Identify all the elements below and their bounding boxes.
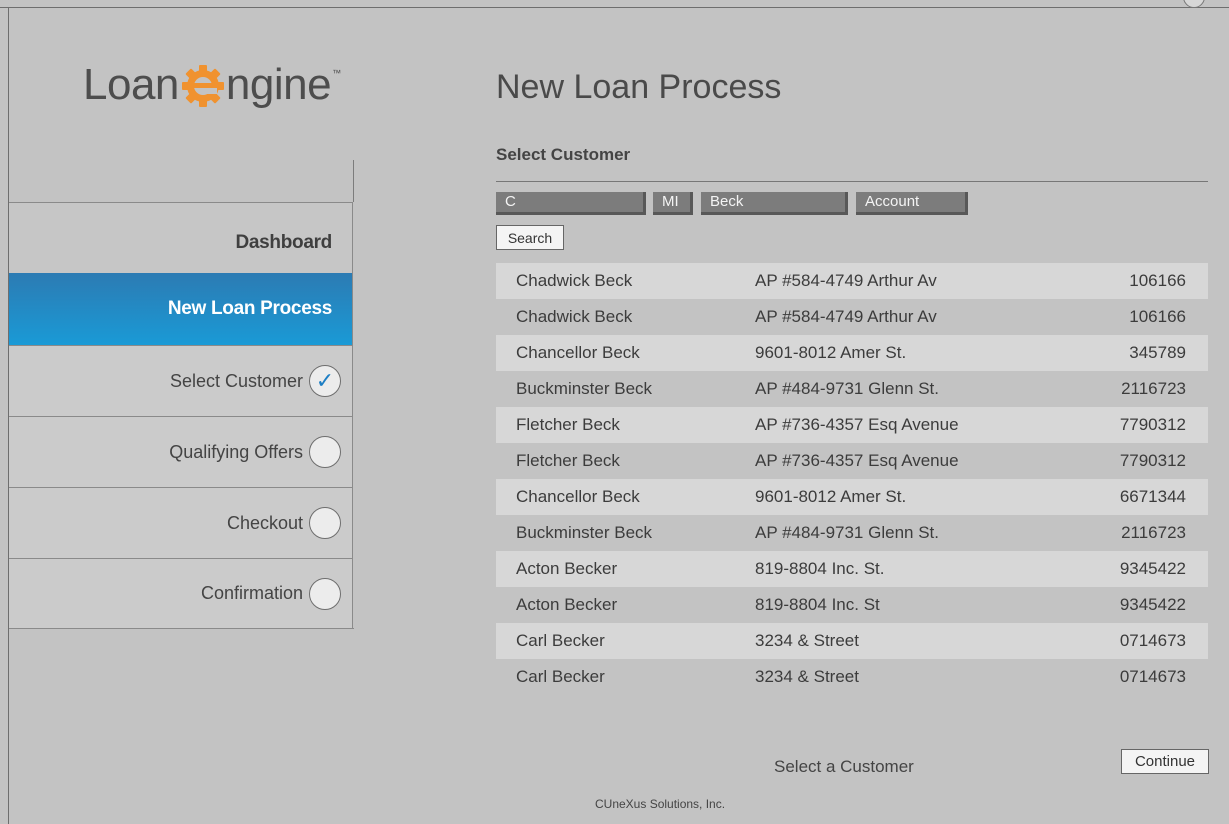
customer-row[interactable]: Carl Becker 3234 & Street 0714673 (496, 623, 1208, 659)
step-label: Qualifying Offers (169, 441, 303, 462)
customer-account: 7790312 (1119, 415, 1186, 434)
loanengine-logo: Loan ngine ™ (83, 60, 341, 110)
customer-account: 106166 (1129, 307, 1186, 326)
customer-account: 2116723 (1121, 379, 1186, 398)
customer-name: Chadwick Beck (516, 307, 633, 326)
customer-row[interactable]: Chancellor Beck 9601-8012 Amer St. 6671344 (496, 479, 1208, 515)
customer-name: Acton Becker (516, 559, 618, 578)
trademark: ™ (332, 68, 341, 78)
customer-account: 345789 (1129, 343, 1186, 362)
customer-account: 9345422 (1119, 595, 1186, 614)
customer-address: 3234 & Street (755, 667, 859, 686)
sidebar-divider (353, 160, 354, 202)
logo-text-right: ngine (225, 60, 332, 109)
customer-address: AP #584-4749 Arthur Av (755, 271, 937, 290)
last-name-field[interactable]: Beck (701, 192, 848, 215)
first-name-field[interactable]: C (496, 192, 646, 215)
gear-e-icon (181, 65, 224, 107)
step-empty-circle-icon (309, 436, 341, 468)
window-top-border (0, 0, 1229, 8)
customer-row[interactable]: Chancellor Beck 9601-8012 Amer St. 345789 (496, 335, 1208, 371)
customer-address: AP #584-4749 Arthur Av (755, 307, 937, 326)
customer-address: AP #736-4357 Esq Avenue (755, 451, 959, 470)
customer-account: 7790312 (1119, 451, 1186, 470)
step-label: Confirmation (200, 583, 303, 603)
step-check-icon: ✓ (309, 365, 341, 397)
customer-name: Carl Becker (516, 667, 605, 686)
customer-row[interactable]: Buckminster Beck AP #484-9731 Glenn St. 21… (496, 515, 1208, 551)
step-select-customer[interactable]: Select Customer ✓ (9, 345, 353, 416)
customer-list: Chadwick Beck AP #584-4749 Arthur Av 10616… (496, 263, 1208, 695)
customer-address: AP #484-9731 Glenn St. (755, 379, 939, 398)
customer-row[interactable]: Fletcher Beck AP #736-4357 Esq Avenue 7790… (496, 443, 1208, 479)
section-divider (496, 181, 1208, 182)
step-checkout[interactable]: Checkout (9, 487, 353, 558)
customer-address: 819-8804 Inc. St (755, 595, 880, 614)
sidebar-bottom-divider (9, 628, 354, 629)
sidebar-item-new-loan-process[interactable]: New Loan Process (9, 273, 353, 345)
step-qualifying-offers[interactable]: Qualifying Offers (9, 416, 353, 487)
customer-row[interactable]: Fletcher Beck AP #736-4357 Esq Avenue 7790… (496, 407, 1208, 443)
step-empty-circle-icon (309, 507, 341, 539)
customer-name: Buckminster Beck (516, 523, 653, 542)
step-empty-circle-icon (309, 577, 341, 610)
customer-address: 819-8804 Inc. St. (755, 559, 885, 578)
search-button[interactable]: Search (496, 225, 564, 250)
continue-button[interactable]: Continue (1121, 749, 1209, 774)
customer-row[interactable]: Carl Becker 3234 & Street 0714673 (496, 659, 1208, 695)
customer-row[interactable]: Chadwick Beck AP #584-4749 Arthur Av 10616… (496, 263, 1208, 299)
customer-account: 0714673 (1119, 667, 1186, 686)
step-confirmation[interactable]: Confirmation (9, 558, 353, 628)
page-title: New Loan Process (496, 68, 782, 106)
customer-address: 3234 & Street (755, 631, 859, 650)
customer-row[interactable]: Acton Becker 819-8804 Inc. St 9345422 (496, 587, 1208, 623)
customer-account: 2116723 (1121, 523, 1186, 542)
selection-hint: Select a Customer (774, 757, 914, 776)
customer-name: Fletcher Beck (516, 451, 620, 470)
sidebar-item-dashboard[interactable]: Dashboard (9, 202, 353, 273)
step-label: Checkout (226, 512, 303, 533)
customer-address: 9601-8012 Amer St. (755, 487, 907, 506)
customer-name: Chadwick Beck (516, 271, 633, 290)
customer-name: Carl Becker (516, 631, 605, 650)
section-title: Select Customer (496, 145, 631, 164)
customer-account: 6671344 (1119, 487, 1186, 506)
customer-account: 0714673 (1119, 631, 1186, 650)
step-label: Select Customer (169, 370, 303, 391)
logo-text-left: Loan (83, 60, 179, 109)
customer-address: 9601-8012 Amer St. (755, 343, 907, 362)
customer-address: AP #484-9731 Glenn St. (755, 523, 939, 542)
customer-row[interactable]: Chadwick Beck AP #584-4749 Arthur Av 10616… (496, 299, 1208, 335)
customer-row[interactable]: Buckminster Beck AP #484-9731 Glenn St. 21… (496, 371, 1208, 407)
middle-initial-field[interactable]: MI (653, 192, 693, 215)
customer-account: 9345422 (1119, 559, 1186, 578)
customer-name: Chancellor Beck (516, 343, 640, 362)
sidebar-item-label: New Loan Process (167, 298, 332, 319)
footer-copyright: CUneXus Solutions, Inc. (595, 797, 726, 811)
customer-name: Chancellor Beck (516, 487, 640, 506)
customer-account: 106166 (1129, 271, 1186, 290)
customer-address: AP #736-4357 Esq Avenue (755, 415, 959, 434)
sidebar-item-label: Dashboard (235, 232, 332, 253)
customer-name: Fletcher Beck (516, 415, 620, 434)
customer-name: Buckminster Beck (516, 379, 653, 398)
customer-name: Acton Becker (516, 595, 618, 614)
customer-row[interactable]: Acton Becker 819-8804 Inc. St. 9345422 (496, 551, 1208, 587)
account-field[interactable]: Account (856, 192, 968, 215)
